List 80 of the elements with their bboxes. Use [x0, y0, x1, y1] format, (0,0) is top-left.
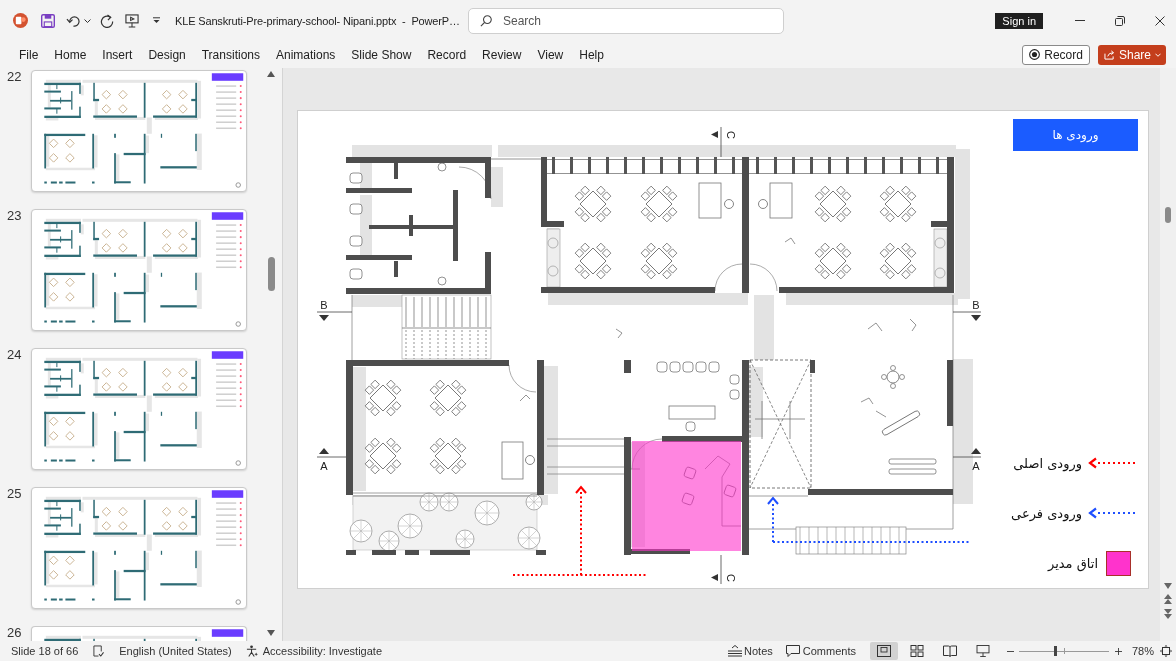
section-label: A — [320, 460, 328, 472]
slide-thumbnail[interactable] — [31, 70, 247, 192]
legend-label: ورودی اصلی — [1013, 455, 1082, 471]
slide-thumbnail[interactable] — [31, 487, 247, 609]
section-marker-icon — [316, 448, 347, 458]
slide-number: 22 — [6, 70, 23, 86]
menu-tab[interactable]: Home — [46, 44, 95, 65]
menu-tab[interactable]: Design — [140, 44, 194, 65]
normal-view-icon — [876, 645, 891, 657]
scroll-up-arrow-icon[interactable] — [267, 71, 275, 77]
redo-icon[interactable] — [100, 13, 114, 28]
scroll-down-arrow-icon[interactable] — [1164, 583, 1172, 589]
caret-icon — [1155, 52, 1161, 57]
dropdown-caret-icon[interactable] — [152, 17, 161, 24]
notes-button[interactable]: Notes — [728, 645, 773, 657]
section-label: C — [725, 574, 737, 582]
record-button[interactable]: Record — [1022, 44, 1090, 65]
menu-tab[interactable]: Insert — [94, 44, 141, 65]
caret-icon[interactable] — [84, 18, 91, 23]
comments-button[interactable]: Comments — [785, 645, 856, 657]
slide-sorter-icon — [909, 645, 924, 657]
legend-label: اتاق مدیر — [1048, 555, 1098, 571]
search-icon — [480, 14, 492, 27]
section-marker-icon — [316, 311, 353, 321]
menu-tab[interactable]: File — [11, 44, 47, 65]
menu-tab[interactable]: Review — [474, 44, 530, 65]
restore-icon[interactable] — [1115, 15, 1125, 26]
fit-to-window-icon[interactable] — [1160, 645, 1172, 657]
menu-tab[interactable]: Slide Show — [343, 44, 420, 65]
record-icon — [1029, 49, 1041, 60]
slide-number: 23 — [6, 209, 23, 225]
scroll-down-arrow-icon[interactable] — [267, 630, 275, 636]
section-label: A — [972, 460, 980, 472]
slide-number: 25 — [6, 487, 23, 503]
language-label[interactable]: English (United States) — [119, 645, 232, 657]
undo-icon[interactable] — [66, 14, 80, 27]
legend-label: ورودی فرعی — [1011, 505, 1082, 521]
app-logo-icon — [13, 13, 28, 28]
previous-slide-icon[interactable] — [1164, 594, 1172, 604]
slide-counter: Slide 18 of 66 — [11, 645, 79, 657]
slide-title: ورودی ها — [1013, 119, 1138, 151]
section-label: B — [320, 299, 328, 311]
menu-tab[interactable]: Record — [419, 44, 475, 65]
accessibility-status[interactable]: Accessibility: Investigate — [262, 645, 382, 657]
window-title: KLE Sanskruti-Pre-primary-school- Nipani.pptx - PowerP… — [175, 14, 461, 27]
menu-tab[interactable]: Transitions — [193, 44, 268, 65]
slide-thumbnail[interactable] — [31, 348, 247, 470]
zoom-level[interactable]: 78% — [1131, 645, 1154, 657]
next-slide-icon[interactable] — [1164, 609, 1172, 619]
section-label: C — [725, 131, 737, 139]
close-icon[interactable] — [1155, 15, 1165, 26]
section-marker-icon — [711, 554, 722, 585]
reading-view-icon — [942, 645, 957, 657]
presentation-screen-icon[interactable] — [125, 13, 139, 28]
slide-number: 24 — [6, 348, 23, 364]
menu-tab[interactable]: Animations — [268, 44, 344, 65]
share-icon — [1103, 49, 1115, 60]
slideshow-icon — [975, 645, 990, 657]
scrollbar-thumb[interactable] — [1165, 207, 1171, 223]
spellcheck-icon[interactable] — [93, 645, 105, 657]
section-label: B — [972, 299, 980, 311]
notes-icon — [728, 645, 743, 657]
sign-in-button[interactable]: Sign in — [995, 12, 1043, 29]
section-marker-icon — [952, 311, 982, 321]
slide-number: 26 — [6, 626, 23, 641]
section-marker-icon — [711, 126, 722, 158]
search-field[interactable]: Search — [468, 7, 784, 34]
view-button[interactable] — [869, 642, 898, 660]
slide-thumbnail[interactable] — [31, 626, 247, 641]
zoom-slider-thumb[interactable] — [1053, 646, 1057, 656]
menu-tab[interactable]: Help — [571, 44, 612, 65]
slide-thumbnail[interactable] — [31, 209, 247, 331]
accessibility-icon[interactable] — [245, 645, 258, 657]
menu-tab[interactable]: View — [529, 44, 572, 65]
save-icon[interactable] — [41, 13, 55, 28]
section-marker-icon — [952, 448, 982, 458]
comment-icon — [785, 645, 800, 657]
scrollbar-thumb[interactable] — [267, 257, 275, 291]
zoom-in-icon[interactable] — [1114, 647, 1122, 655]
share-button[interactable]: Share — [1097, 44, 1166, 65]
